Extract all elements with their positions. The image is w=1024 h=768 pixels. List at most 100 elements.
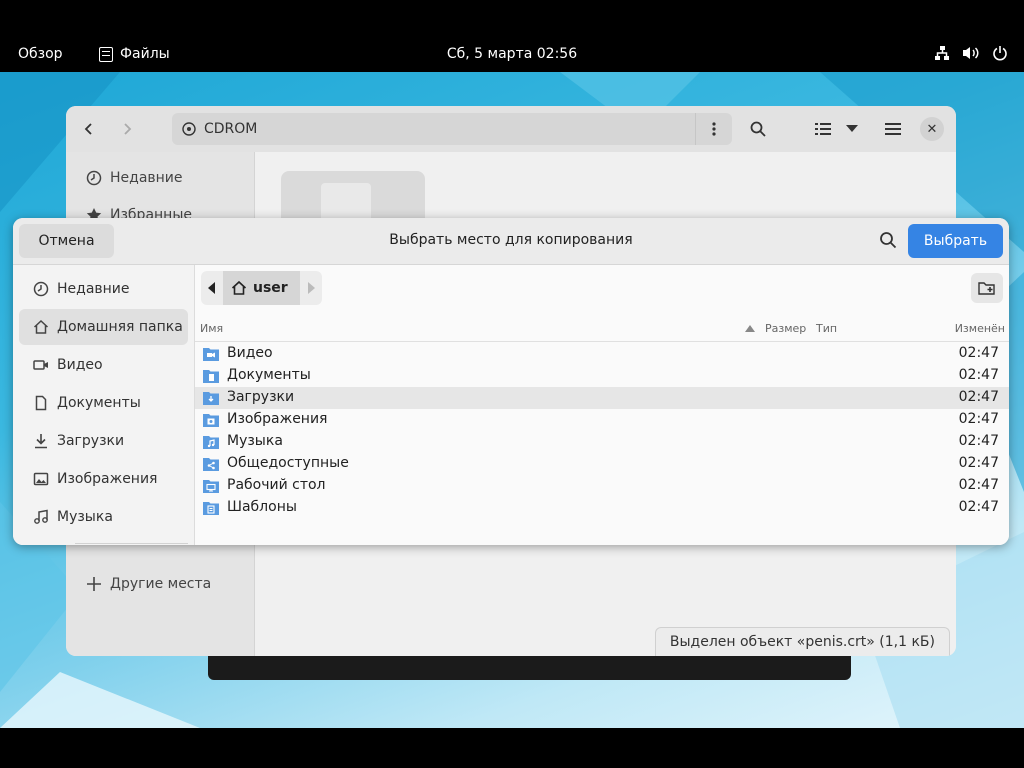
file-name: Рабочий стол (227, 477, 326, 493)
close-icon[interactable]: ✕ (920, 117, 944, 141)
network-icon (935, 46, 949, 60)
sidebar-item-downloads[interactable]: Загрузки (19, 423, 188, 459)
image-icon (33, 472, 49, 486)
hamburger-menu-icon[interactable] (880, 116, 906, 142)
file-modified: 02:47 (958, 389, 999, 405)
search-icon[interactable] (745, 116, 771, 142)
column-size[interactable]: Размер (765, 322, 806, 335)
home-icon (231, 280, 247, 295)
dialog-places-sidebar: Недавние Домашняя папка Видео Документы … (13, 265, 195, 545)
folder-templates-icon (203, 502, 219, 515)
folder-public-icon (203, 458, 219, 471)
sidebar-item-recent[interactable]: Недавние (19, 271, 188, 307)
file-row[interactable]: Видео 02:47 (195, 343, 1009, 365)
sidebar-item-home[interactable]: Домашняя папка (19, 309, 188, 345)
sidebar-item-label: Музыка (57, 509, 113, 525)
breadcrumb-left-icon[interactable] (201, 271, 223, 305)
location-menu-icon[interactable] (695, 113, 732, 145)
select-button[interactable]: Выбрать (908, 224, 1003, 258)
power-icon (993, 46, 1007, 61)
location-label: CDROM (204, 121, 258, 137)
video-icon (33, 360, 48, 370)
location-bar[interactable]: CDROM (172, 113, 732, 145)
file-name: Музыка (227, 433, 283, 449)
sidebar-item-videos[interactable]: Видео (19, 347, 188, 383)
music-icon (34, 509, 48, 524)
sidebar-item-label: Домашняя папка (57, 319, 183, 335)
sidebar-item-label: Документы (57, 395, 141, 411)
folder-thumbnail[interactable] (281, 171, 425, 225)
file-row[interactable]: Общедоступные 02:47 (195, 453, 1009, 475)
folder-downloads-icon (203, 392, 219, 405)
file-name: Шаблоны (227, 499, 297, 515)
file-modified: 02:47 (958, 477, 999, 493)
file-modified: 02:47 (958, 499, 999, 515)
sidebar-divider (75, 543, 188, 544)
folder-pictures-icon (203, 414, 219, 427)
file-row[interactable]: Музыка 02:47 (195, 431, 1009, 453)
file-name: Документы (227, 367, 311, 383)
file-name: Изображения (227, 411, 328, 427)
files-headerbar: CDROM ✕ (66, 106, 956, 152)
copy-destination-dialog: Отмена Выбрать место для копирования Выб… (13, 218, 1009, 545)
sidebar-item-documents[interactable]: Документы (19, 385, 188, 421)
file-modified: 02:47 (958, 455, 999, 471)
files-sidebar-recent[interactable]: Недавние (86, 170, 183, 186)
column-name[interactable]: Имя (200, 322, 223, 335)
disc-icon (182, 122, 196, 136)
forward-icon[interactable] (114, 116, 140, 142)
search-icon[interactable] (879, 231, 897, 253)
folder-desktop-icon (203, 480, 219, 493)
breadcrumb: user (201, 271, 322, 305)
volume-icon (963, 47, 979, 59)
top-bar: Обзор Файлы Сб, 5 марта 02:56 (0, 0, 1024, 72)
file-row[interactable]: Рабочий стол 02:47 (195, 475, 1009, 497)
column-header: Имя Размер Тип Изменён (195, 317, 1009, 342)
breadcrumb-label: user (253, 280, 288, 296)
list-view-icon[interactable] (810, 116, 836, 142)
sidebar-item-pictures[interactable]: Изображения (19, 461, 188, 497)
column-type[interactable]: Тип (816, 322, 837, 335)
folder-documents-icon (203, 370, 219, 383)
download-icon (35, 434, 47, 449)
plus-icon (87, 577, 101, 591)
breadcrumb-right-icon[interactable] (299, 271, 322, 305)
files-sidebar-other-locations[interactable]: Другие места (86, 576, 211, 592)
file-name: Видео (227, 345, 273, 361)
dialog-file-chooser: user Имя Размер Тип Изменён Видео 02:47 (195, 265, 1009, 545)
file-modified: 02:47 (958, 345, 999, 361)
file-modified: 02:47 (958, 367, 999, 383)
file-row[interactable]: Шаблоны 02:47 (195, 497, 1009, 519)
file-row[interactable]: Документы 02:47 (195, 365, 1009, 387)
file-row[interactable]: Изображения 02:47 (195, 409, 1009, 431)
system-tray[interactable] (934, 45, 1008, 61)
sidebar-item-label: Недавние (57, 281, 130, 297)
file-name: Загрузки (227, 389, 295, 405)
file-row-selected[interactable]: Загрузки 02:47 (195, 387, 1009, 409)
sidebar-item-label: Недавние (110, 170, 183, 186)
sidebar-item-label: Загрузки (57, 433, 125, 449)
breadcrumb-home[interactable]: user (223, 271, 300, 305)
new-folder-icon[interactable] (971, 273, 1003, 303)
file-modified: 02:47 (958, 411, 999, 427)
clock-icon (33, 281, 49, 297)
clock[interactable]: Сб, 5 марта 02:56 (0, 46, 1024, 62)
view-options-chevron-icon[interactable] (839, 116, 865, 142)
status-floating-bar: Выделен объект «penis.crt» (1,1 кБ) (654, 627, 950, 656)
back-icon[interactable] (76, 116, 102, 142)
clock-icon (86, 170, 102, 186)
dialog-headerbar: Отмена Выбрать место для копирования Выб… (13, 218, 1009, 265)
home-icon (33, 319, 49, 334)
sidebar-item-label: Другие места (110, 576, 212, 592)
sidebar-item-music[interactable]: Музыка (19, 499, 188, 535)
column-modified[interactable]: Изменён (955, 322, 1005, 335)
folder-videos-icon (203, 348, 219, 361)
bottom-band (0, 728, 1024, 768)
file-modified: 02:47 (958, 433, 999, 449)
folder-music-icon (203, 436, 219, 449)
sidebar-item-label: Видео (57, 357, 103, 373)
file-list: Видео 02:47 Документы 02:47 Загрузки 02:… (195, 343, 1009, 519)
file-name: Общедоступные (227, 455, 349, 471)
sidebar-item-label: Изображения (57, 471, 158, 487)
dialog-title: Выбрать место для копирования (389, 232, 633, 248)
